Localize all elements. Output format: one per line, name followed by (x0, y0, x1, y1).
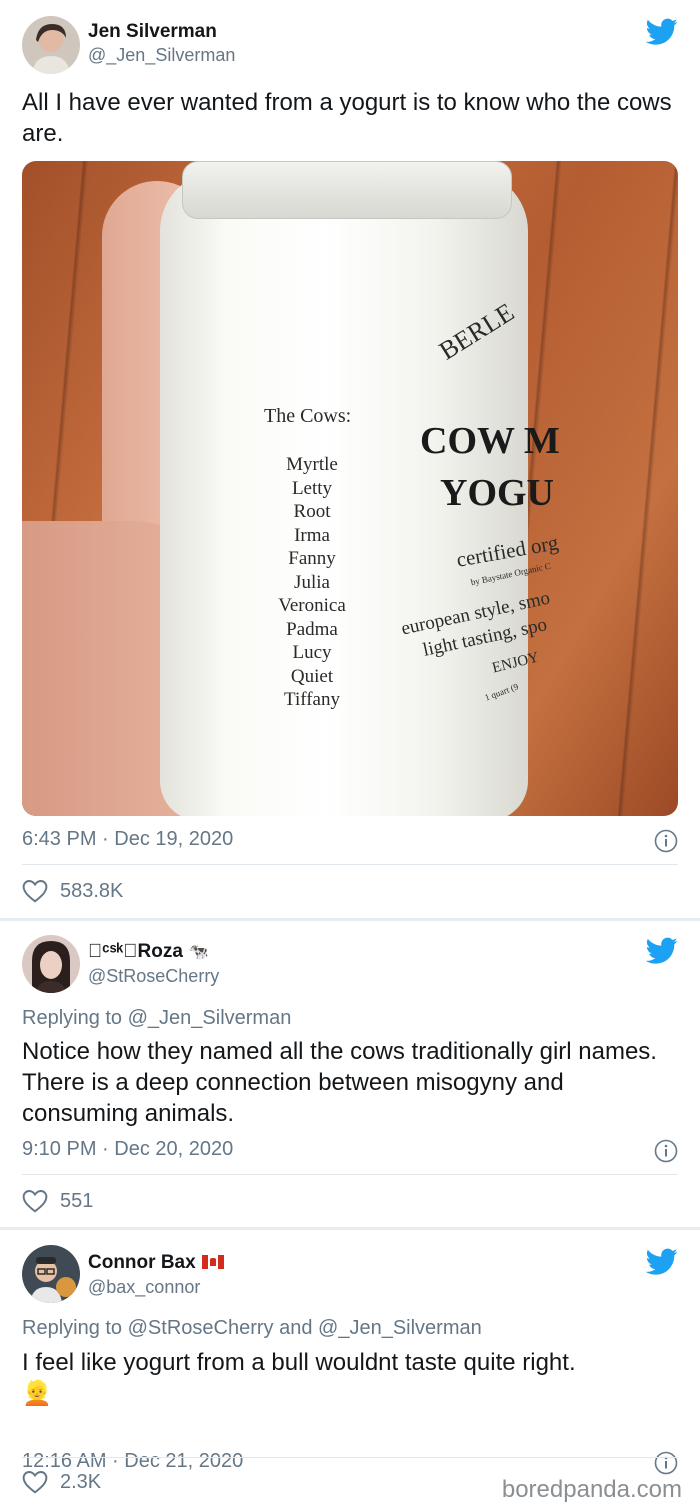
avatar-connor-bax[interactable] (22, 1245, 80, 1303)
cow-name: Julia (294, 571, 330, 593)
like-count: 551 (60, 1190, 94, 1212)
product-line-1: COW M (420, 420, 560, 462)
twitter-bird-icon[interactable] (646, 937, 678, 965)
divider (22, 1457, 678, 1458)
person-emoji: 👱 (22, 1380, 52, 1407)
author-handle[interactable]: @bax_connor (88, 1277, 200, 1298)
avatar-roza[interactable] (22, 935, 80, 993)
tweet-timestamp[interactable]: 9:10 PM · Dec 20, 2020 (22, 1138, 233, 1161)
mention-link[interactable]: @_Jen_Silverman (318, 1317, 482, 1339)
tweet-timestamp[interactable]: 12:16 AM · Dec 21, 2020 (22, 1450, 243, 1473)
like-count: 583.8K (60, 880, 124, 902)
tweet-text: I feel like yogurt from a bull wouldnt t… (22, 1349, 576, 1407)
heart-icon[interactable] (22, 879, 48, 903)
replying-to: Replying to @_Jen_Silverman (22, 1007, 292, 1029)
replying-to: Replying to @StRoseCherry and @_Jen_Silv… (22, 1317, 482, 1339)
author-handle[interactable]: @_Jen_Silverman (88, 45, 235, 66)
cow-name: Myrtle (286, 454, 338, 475)
cow-name: Letty (291, 477, 333, 499)
author-name[interactable]: Connor Bax (88, 1252, 224, 1274)
author-name[interactable]: Jen Silverman (88, 21, 217, 43)
tweet-timestamp[interactable]: 6:43 PM · Dec 19, 2020 (22, 828, 233, 851)
info-icon[interactable] (654, 829, 678, 853)
heart-icon[interactable] (22, 1470, 48, 1494)
info-icon[interactable] (654, 1451, 678, 1475)
boredpanda-watermark: boredpanda.com (501, 1476, 682, 1503)
author-name[interactable]: 􀀀ᶜˢᵏ􀀀Roza 🐄 (88, 941, 209, 963)
info-icon[interactable] (654, 1139, 678, 1163)
cows-title: The Cows: (264, 405, 352, 427)
like-count: 2.3K (60, 1471, 102, 1493)
cow-names-list: Myrtle Letty Root Irma Fanny Julia Veron… (262, 453, 362, 712)
author-handle[interactable]: @StRoseCherry (88, 966, 219, 987)
cow-name: Root (293, 501, 331, 522)
product-line-2: YOGU (440, 472, 554, 514)
tweet-card-reply-1: 􀀀ᶜˢᵏ􀀀Roza 🐄 @StRoseCherry Replying to @_J… (0, 921, 700, 1227)
tweet-card-original: Jen Silverman @_Jen_Silverman All I have… (0, 0, 700, 918)
avatar-jen-silverman[interactable] (22, 16, 80, 74)
divider (22, 864, 678, 865)
cow-name: Padma (286, 618, 338, 640)
cow-emoji: 🐄 (188, 944, 209, 961)
cow-name: Irma (294, 524, 330, 546)
cow-name: Fanny (288, 548, 336, 569)
tweet-photo-yogurt-jar[interactable]: The Cows: Myrtle Letty Root Irma Fanny J… (22, 161, 678, 816)
twitter-bird-icon[interactable] (646, 1248, 678, 1276)
twitter-bird-icon[interactable] (646, 18, 678, 46)
cow-name: Veronica (278, 595, 346, 616)
cow-name: Lucy (292, 642, 332, 663)
canada-flag-icon (201, 1255, 224, 1269)
tweet-text: All I have ever wanted from a yogurt is … (22, 89, 672, 147)
cow-name: Quiet (290, 665, 334, 687)
cow-name: Tiffany (284, 689, 340, 710)
tweet-card-reply-2: Connor Bax @bax_connor Replying to @StRo… (0, 1230, 700, 1511)
tweet-text: Notice how they named all the cows tradi… (22, 1038, 657, 1127)
mention-link[interactable]: @_Jen_Silverman (128, 1007, 292, 1029)
heart-icon[interactable] (22, 1189, 48, 1213)
mention-link[interactable]: @StRoseCherry (128, 1317, 274, 1339)
divider (22, 1174, 678, 1175)
jar-lid (182, 161, 512, 219)
